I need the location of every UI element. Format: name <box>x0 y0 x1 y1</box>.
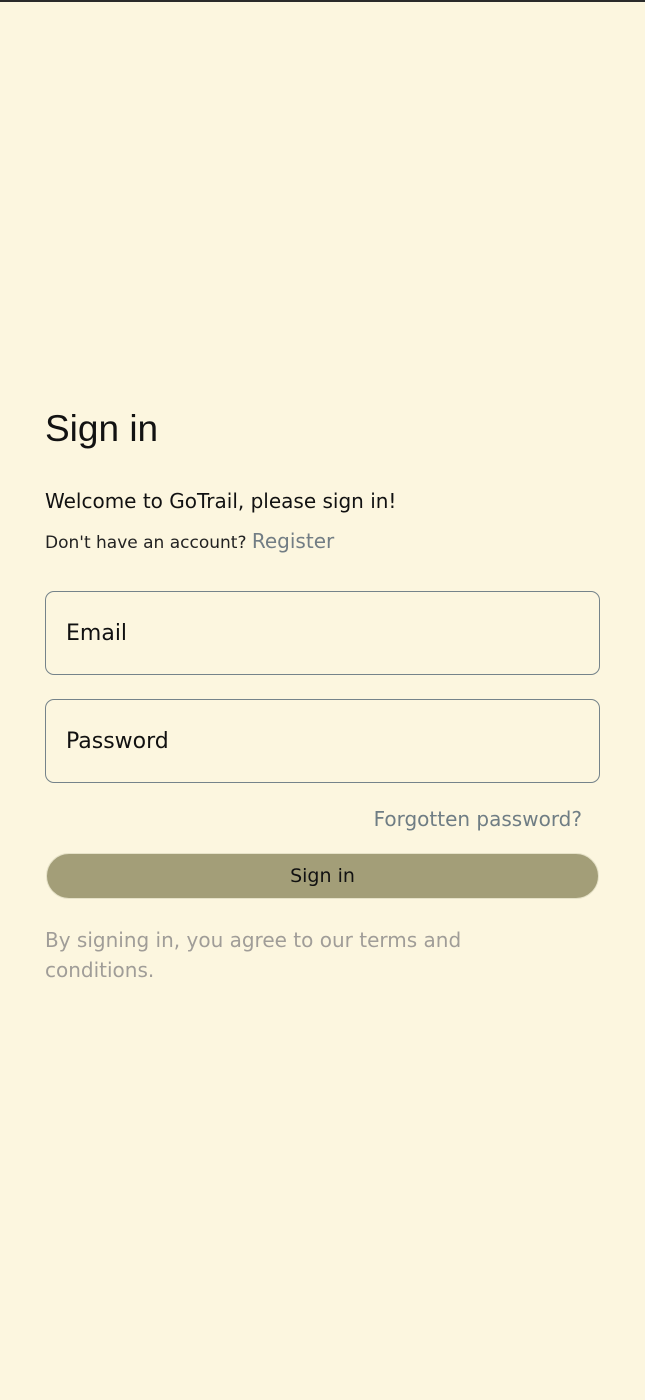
welcome-message: Welcome to GoTrail, please sign in! <box>45 489 397 513</box>
email-input[interactable] <box>64 619 599 647</box>
password-input[interactable] <box>64 727 599 755</box>
no-account-text: Don't have an account? <box>45 533 247 553</box>
register-row: Don't have an account? Register <box>45 529 600 555</box>
register-link[interactable]: Register <box>252 529 334 553</box>
top-border <box>0 0 645 2</box>
sign-in-button[interactable]: Sign in <box>46 853 599 899</box>
email-field[interactable] <box>45 591 600 675</box>
sign-in-container: Sign in Welcome to GoTrail, please sign … <box>45 405 600 985</box>
terms-text: By signing in, you agree to our terms an… <box>45 928 462 982</box>
page-title: Sign in <box>45 408 159 449</box>
forgot-password-link[interactable]: Forgotten password? <box>374 807 582 831</box>
password-field[interactable] <box>45 699 600 783</box>
forgot-row: Forgotten password? <box>45 807 600 831</box>
